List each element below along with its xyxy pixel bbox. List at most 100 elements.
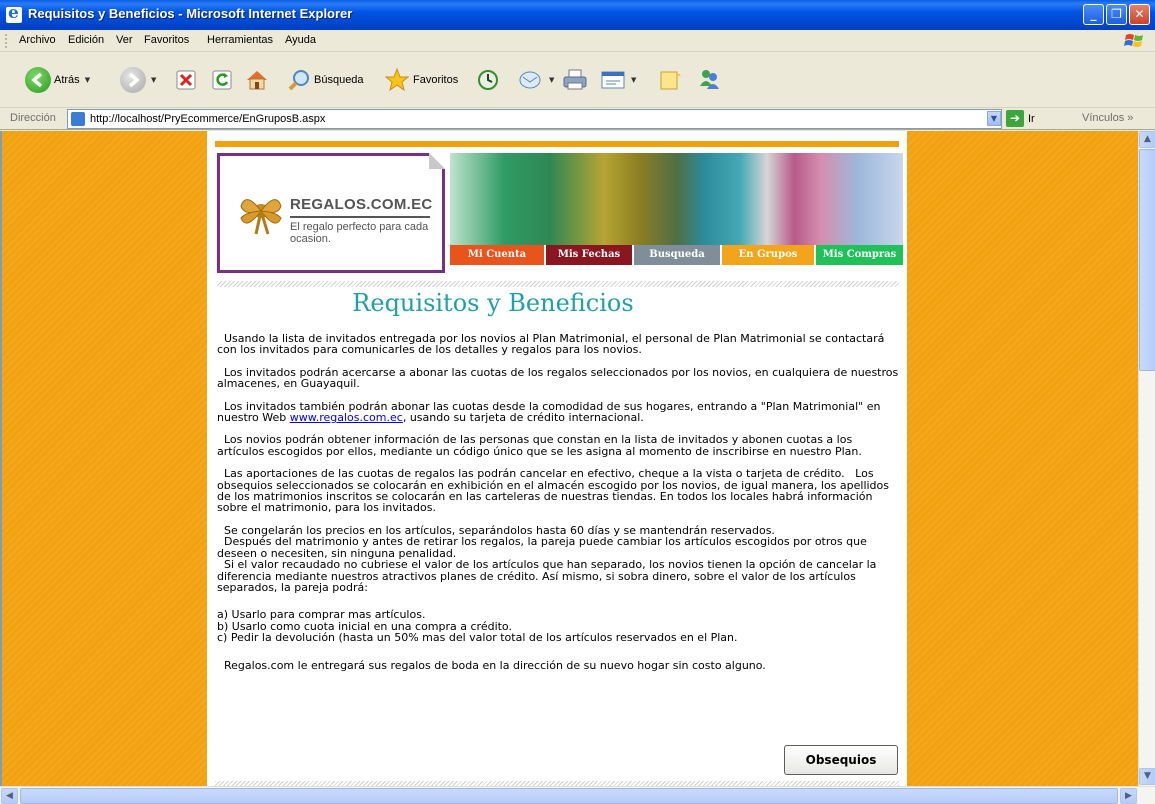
menu-bar: Archivo Edición Ver Favoritos Herramient… (0, 30, 1155, 52)
address-dropdown-icon[interactable]: ▼ (987, 111, 1001, 126)
home-icon (247, 71, 267, 90)
refresh-icon (212, 70, 232, 90)
standard-toolbar: Atrás ▼ ▼ Búsqueda Favoritos ▼ ▼ (0, 53, 1155, 108)
minimize-button[interactable]: _ (1083, 4, 1104, 25)
search-icon (288, 70, 309, 91)
tab-en-grupos[interactable]: En Grupos (722, 245, 814, 265)
vertical-scrollbar[interactable]: ▲ ▼ (1138, 131, 1155, 786)
ie-app-icon[interactable] (6, 3, 22, 23)
logo-divider (290, 216, 430, 218)
history-button[interactable] (476, 63, 500, 97)
title-bar: Requisitos y Beneficios - Microsoft Inte… (0, 0, 1155, 30)
go-button[interactable]: ➔ Ir (1006, 110, 1035, 127)
horizontal-scrollbar[interactable]: ◀ ▶ (0, 786, 1155, 804)
content-panel: REGALOS.COM.EC El regalo perfecto para c… (207, 131, 907, 786)
favorites-star-icon (384, 67, 410, 92)
folder-note-icon (660, 71, 681, 90)
stop-icon (176, 70, 196, 90)
print-icon (563, 69, 587, 90)
paragraph-2: Los invitados podrán acercarse a abonar … (217, 365, 902, 391)
scroll-left-icon[interactable]: ◀ (1, 788, 18, 804)
address-bar: Dirección http://localhost/PryEcommerce/… (0, 108, 1155, 130)
maximize-button[interactable]: ❐ (1106, 4, 1127, 25)
logo-tagline: El regalo perfecto para cada ocasion. (290, 221, 429, 245)
scroll-right-icon[interactable]: ▶ (1120, 788, 1137, 804)
paragraph-1: Usando la lista de invitados entregada p… (217, 332, 888, 357)
list-item-c: c) Pedir la devolución (hasta un 50% mas… (217, 631, 738, 645)
menu-herramientas[interactable]: Herramientas (207, 34, 273, 46)
menu-favoritos[interactable]: Favoritos (144, 34, 189, 46)
stop-button[interactable] (175, 63, 197, 97)
paragraph-4: Los novios podrán obtener información de… (217, 433, 862, 458)
site-link[interactable]: www.regalos.com.ec (290, 411, 403, 424)
menu-archivo[interactable]: Archivo (19, 34, 56, 46)
main-nav: Mi Cuenta Mis Fechas Busqueda En Grupos … (450, 245, 903, 265)
back-button[interactable]: Atrás ▼ (25, 63, 90, 97)
site-logo[interactable]: REGALOS.COM.EC El regalo perfecto para c… (217, 153, 445, 273)
address-input[interactable]: http://localhost/PryEcommerce/EnGruposB.… (67, 109, 1002, 129)
home-button[interactable] (245, 63, 269, 97)
refresh-button[interactable] (211, 63, 233, 97)
scroll-down-icon[interactable]: ▼ (1139, 768, 1155, 785)
close-button[interactable]: ✕ (1129, 4, 1150, 25)
edit-page-icon (601, 71, 625, 89)
messenger-icon (700, 70, 719, 89)
edit-button[interactable]: ▼ (600, 63, 636, 97)
page-body: Usando la lista de invitados entregada p… (217, 333, 902, 682)
paragraph-3-end: , usando su tarjeta de crédito internaci… (402, 411, 644, 425)
go-label: Ir (1028, 112, 1035, 125)
forward-button[interactable]: ▼ (120, 63, 156, 97)
page-viewport: REGALOS.COM.EC El regalo perfecto para c… (0, 131, 1138, 786)
address-url: http://localhost/PryEcommerce/EnGruposB.… (90, 113, 326, 125)
go-arrow-icon: ➔ (1006, 110, 1024, 127)
address-label: Dirección (10, 112, 56, 124)
discuss-button[interactable] (658, 63, 682, 97)
gift-bow-icon (240, 199, 282, 235)
list-item-a: a) Usarlo para comprar mas artículos. (217, 608, 426, 622)
favorites-button[interactable]: Favoritos (384, 63, 458, 97)
mail-dropdown-icon[interactable]: ▼ (549, 76, 554, 84)
paragraph-6b: Después del matrimonio y antes de retira… (217, 535, 871, 560)
banner-image (450, 153, 903, 245)
print-button[interactable] (562, 63, 588, 97)
vertical-scroll-thumb[interactable] (1139, 149, 1155, 371)
obsequios-button[interactable]: Obsequios (784, 745, 898, 775)
back-dropdown-icon[interactable]: ▼ (85, 76, 90, 84)
menu-grip[interactable] (5, 34, 7, 48)
menu-ayuda[interactable]: Ayuda (285, 34, 316, 46)
search-button[interactable]: Búsqueda (287, 63, 364, 97)
links-toolbar[interactable]: Vínculos » (1082, 112, 1133, 124)
window-title: Requisitos y Beneficios - Microsoft Inte… (28, 6, 353, 21)
top-stripe (215, 141, 899, 147)
minimize-icon: _ (1090, 7, 1097, 21)
mail-icon (519, 71, 541, 89)
favorites-label: Favoritos (413, 74, 459, 86)
search-label: Búsqueda (314, 74, 364, 86)
messenger-button[interactable] (697, 63, 721, 97)
back-arrow-icon (25, 67, 51, 93)
history-icon (478, 70, 498, 90)
page-title: Requisitos y Beneficios (352, 289, 634, 317)
page-icon (71, 112, 85, 126)
menu-edicion[interactable]: Edición (68, 34, 104, 46)
scroll-up-icon[interactable]: ▲ (1139, 131, 1155, 148)
paragraph-7: Regalos.com le entregará sus regalos de … (217, 658, 766, 672)
menu-ver[interactable]: Ver (116, 34, 133, 46)
hatch-divider (217, 281, 899, 287)
tab-mis-compras[interactable]: Mis Compras (816, 245, 903, 265)
paragraph-5: Las aportaciones de las cuotas de regalo… (217, 467, 893, 515)
tab-mis-fechas[interactable]: Mis Fechas (546, 245, 632, 265)
forward-dropdown-icon[interactable]: ▼ (151, 76, 156, 84)
links-label: Vínculos (1082, 112, 1125, 124)
tab-mi-cuenta[interactable]: Mi Cuenta (450, 245, 544, 265)
restore-icon: ❐ (1111, 7, 1122, 21)
logo-name: REGALOS.COM.EC (290, 196, 433, 213)
paragraph-6c: Si el valor recaudado no cubriese el val… (217, 558, 880, 594)
horizontal-scroll-thumb[interactable] (20, 788, 1118, 804)
mail-button[interactable]: ▼ (518, 63, 554, 97)
tab-busqueda[interactable]: Busqueda (634, 245, 720, 265)
edit-dropdown-icon[interactable]: ▼ (631, 76, 636, 84)
paragraph-3: Los invitados también podrán abonar las … (217, 400, 902, 425)
forward-arrow-icon (120, 67, 146, 93)
back-label: Atrás (54, 74, 80, 86)
